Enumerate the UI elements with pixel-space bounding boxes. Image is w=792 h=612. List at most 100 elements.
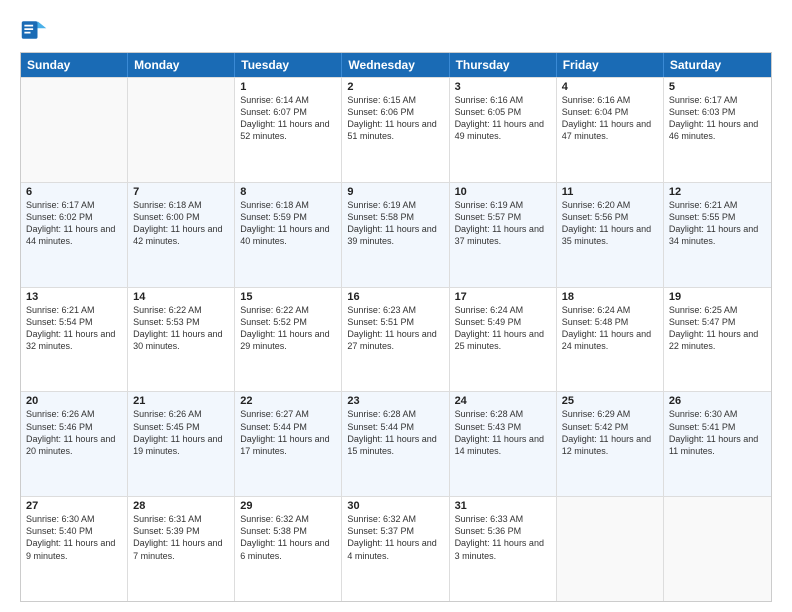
day-details: Sunrise: 6:30 AM Sunset: 5:41 PM Dayligh…: [669, 408, 766, 457]
day-number: 5: [669, 81, 766, 93]
day-cell-30: 30Sunrise: 6:32 AM Sunset: 5:37 PM Dayli…: [342, 497, 449, 601]
day-details: Sunrise: 6:17 AM Sunset: 6:03 PM Dayligh…: [669, 94, 766, 143]
day-cell-7: 7Sunrise: 6:18 AM Sunset: 6:00 PM Daylig…: [128, 183, 235, 287]
day-cell-1: 1Sunrise: 6:14 AM Sunset: 6:07 PM Daylig…: [235, 78, 342, 182]
day-number: 20: [26, 395, 122, 407]
day-cell-31: 31Sunrise: 6:33 AM Sunset: 5:36 PM Dayli…: [450, 497, 557, 601]
day-number: 17: [455, 291, 551, 303]
day-details: Sunrise: 6:14 AM Sunset: 6:07 PM Dayligh…: [240, 94, 336, 143]
day-cell-4: 4Sunrise: 6:16 AM Sunset: 6:04 PM Daylig…: [557, 78, 664, 182]
logo: [20, 16, 52, 44]
day-cell-14: 14Sunrise: 6:22 AM Sunset: 5:53 PM Dayli…: [128, 288, 235, 392]
day-details: Sunrise: 6:21 AM Sunset: 5:55 PM Dayligh…: [669, 199, 766, 248]
day-number: 14: [133, 291, 229, 303]
day-number: 10: [455, 186, 551, 198]
day-details: Sunrise: 6:16 AM Sunset: 6:04 PM Dayligh…: [562, 94, 658, 143]
day-cell-17: 17Sunrise: 6:24 AM Sunset: 5:49 PM Dayli…: [450, 288, 557, 392]
day-details: Sunrise: 6:16 AM Sunset: 6:05 PM Dayligh…: [455, 94, 551, 143]
day-number: 4: [562, 81, 658, 93]
day-details: Sunrise: 6:19 AM Sunset: 5:58 PM Dayligh…: [347, 199, 443, 248]
day-number: 25: [562, 395, 658, 407]
day-number: 3: [455, 81, 551, 93]
day-number: 22: [240, 395, 336, 407]
day-details: Sunrise: 6:24 AM Sunset: 5:48 PM Dayligh…: [562, 304, 658, 353]
day-details: Sunrise: 6:32 AM Sunset: 5:37 PM Dayligh…: [347, 513, 443, 562]
day-cell-27: 27Sunrise: 6:30 AM Sunset: 5:40 PM Dayli…: [21, 497, 128, 601]
day-cell-9: 9Sunrise: 6:19 AM Sunset: 5:58 PM Daylig…: [342, 183, 449, 287]
day-details: Sunrise: 6:24 AM Sunset: 5:49 PM Dayligh…: [455, 304, 551, 353]
day-details: Sunrise: 6:25 AM Sunset: 5:47 PM Dayligh…: [669, 304, 766, 353]
day-cell-8: 8Sunrise: 6:18 AM Sunset: 5:59 PM Daylig…: [235, 183, 342, 287]
day-details: Sunrise: 6:33 AM Sunset: 5:36 PM Dayligh…: [455, 513, 551, 562]
empty-cell: [557, 497, 664, 601]
day-number: 30: [347, 500, 443, 512]
day-number: 23: [347, 395, 443, 407]
day-details: Sunrise: 6:26 AM Sunset: 5:46 PM Dayligh…: [26, 408, 122, 457]
day-cell-24: 24Sunrise: 6:28 AM Sunset: 5:43 PM Dayli…: [450, 392, 557, 496]
day-details: Sunrise: 6:31 AM Sunset: 5:39 PM Dayligh…: [133, 513, 229, 562]
day-cell-26: 26Sunrise: 6:30 AM Sunset: 5:41 PM Dayli…: [664, 392, 771, 496]
day-details: Sunrise: 6:22 AM Sunset: 5:53 PM Dayligh…: [133, 304, 229, 353]
day-number: 1: [240, 81, 336, 93]
calendar-row-3: 13Sunrise: 6:21 AM Sunset: 5:54 PM Dayli…: [21, 287, 771, 392]
empty-cell: [21, 78, 128, 182]
day-cell-15: 15Sunrise: 6:22 AM Sunset: 5:52 PM Dayli…: [235, 288, 342, 392]
day-number: 31: [455, 500, 551, 512]
day-cell-12: 12Sunrise: 6:21 AM Sunset: 5:55 PM Dayli…: [664, 183, 771, 287]
empty-cell: [128, 78, 235, 182]
day-number: 8: [240, 186, 336, 198]
day-details: Sunrise: 6:19 AM Sunset: 5:57 PM Dayligh…: [455, 199, 551, 248]
day-number: 19: [669, 291, 766, 303]
header: [20, 16, 772, 44]
day-details: Sunrise: 6:32 AM Sunset: 5:38 PM Dayligh…: [240, 513, 336, 562]
day-details: Sunrise: 6:18 AM Sunset: 6:00 PM Dayligh…: [133, 199, 229, 248]
day-number: 21: [133, 395, 229, 407]
day-details: Sunrise: 6:17 AM Sunset: 6:02 PM Dayligh…: [26, 199, 122, 248]
day-cell-11: 11Sunrise: 6:20 AM Sunset: 5:56 PM Dayli…: [557, 183, 664, 287]
day-details: Sunrise: 6:27 AM Sunset: 5:44 PM Dayligh…: [240, 408, 336, 457]
day-cell-23: 23Sunrise: 6:28 AM Sunset: 5:44 PM Dayli…: [342, 392, 449, 496]
day-number: 26: [669, 395, 766, 407]
day-number: 11: [562, 186, 658, 198]
day-cell-10: 10Sunrise: 6:19 AM Sunset: 5:57 PM Dayli…: [450, 183, 557, 287]
header-cell-tuesday: Tuesday: [235, 53, 342, 77]
header-cell-wednesday: Wednesday: [342, 53, 449, 77]
day-details: Sunrise: 6:18 AM Sunset: 5:59 PM Dayligh…: [240, 199, 336, 248]
calendar-body: 1Sunrise: 6:14 AM Sunset: 6:07 PM Daylig…: [21, 77, 771, 601]
day-details: Sunrise: 6:22 AM Sunset: 5:52 PM Dayligh…: [240, 304, 336, 353]
day-details: Sunrise: 6:29 AM Sunset: 5:42 PM Dayligh…: [562, 408, 658, 457]
day-number: 15: [240, 291, 336, 303]
header-cell-monday: Monday: [128, 53, 235, 77]
header-cell-saturday: Saturday: [664, 53, 771, 77]
day-number: 24: [455, 395, 551, 407]
day-cell-21: 21Sunrise: 6:26 AM Sunset: 5:45 PM Dayli…: [128, 392, 235, 496]
day-number: 2: [347, 81, 443, 93]
day-cell-29: 29Sunrise: 6:32 AM Sunset: 5:38 PM Dayli…: [235, 497, 342, 601]
day-number: 27: [26, 500, 122, 512]
day-number: 29: [240, 500, 336, 512]
day-cell-13: 13Sunrise: 6:21 AM Sunset: 5:54 PM Dayli…: [21, 288, 128, 392]
day-cell-18: 18Sunrise: 6:24 AM Sunset: 5:48 PM Dayli…: [557, 288, 664, 392]
header-cell-friday: Friday: [557, 53, 664, 77]
calendar-row-2: 6Sunrise: 6:17 AM Sunset: 6:02 PM Daylig…: [21, 182, 771, 287]
day-number: 18: [562, 291, 658, 303]
day-details: Sunrise: 6:26 AM Sunset: 5:45 PM Dayligh…: [133, 408, 229, 457]
day-details: Sunrise: 6:30 AM Sunset: 5:40 PM Dayligh…: [26, 513, 122, 562]
day-cell-6: 6Sunrise: 6:17 AM Sunset: 6:02 PM Daylig…: [21, 183, 128, 287]
header-cell-thursday: Thursday: [450, 53, 557, 77]
day-details: Sunrise: 6:21 AM Sunset: 5:54 PM Dayligh…: [26, 304, 122, 353]
empty-cell: [664, 497, 771, 601]
day-cell-19: 19Sunrise: 6:25 AM Sunset: 5:47 PM Dayli…: [664, 288, 771, 392]
calendar-row-4: 20Sunrise: 6:26 AM Sunset: 5:46 PM Dayli…: [21, 391, 771, 496]
calendar-header: SundayMondayTuesdayWednesdayThursdayFrid…: [21, 53, 771, 77]
day-number: 13: [26, 291, 122, 303]
day-details: Sunrise: 6:20 AM Sunset: 5:56 PM Dayligh…: [562, 199, 658, 248]
day-number: 28: [133, 500, 229, 512]
calendar-row-1: 1Sunrise: 6:14 AM Sunset: 6:07 PM Daylig…: [21, 77, 771, 182]
day-details: Sunrise: 6:15 AM Sunset: 6:06 PM Dayligh…: [347, 94, 443, 143]
calendar-row-5: 27Sunrise: 6:30 AM Sunset: 5:40 PM Dayli…: [21, 496, 771, 601]
day-details: Sunrise: 6:28 AM Sunset: 5:43 PM Dayligh…: [455, 408, 551, 457]
day-cell-3: 3Sunrise: 6:16 AM Sunset: 6:05 PM Daylig…: [450, 78, 557, 182]
day-number: 7: [133, 186, 229, 198]
day-cell-22: 22Sunrise: 6:27 AM Sunset: 5:44 PM Dayli…: [235, 392, 342, 496]
